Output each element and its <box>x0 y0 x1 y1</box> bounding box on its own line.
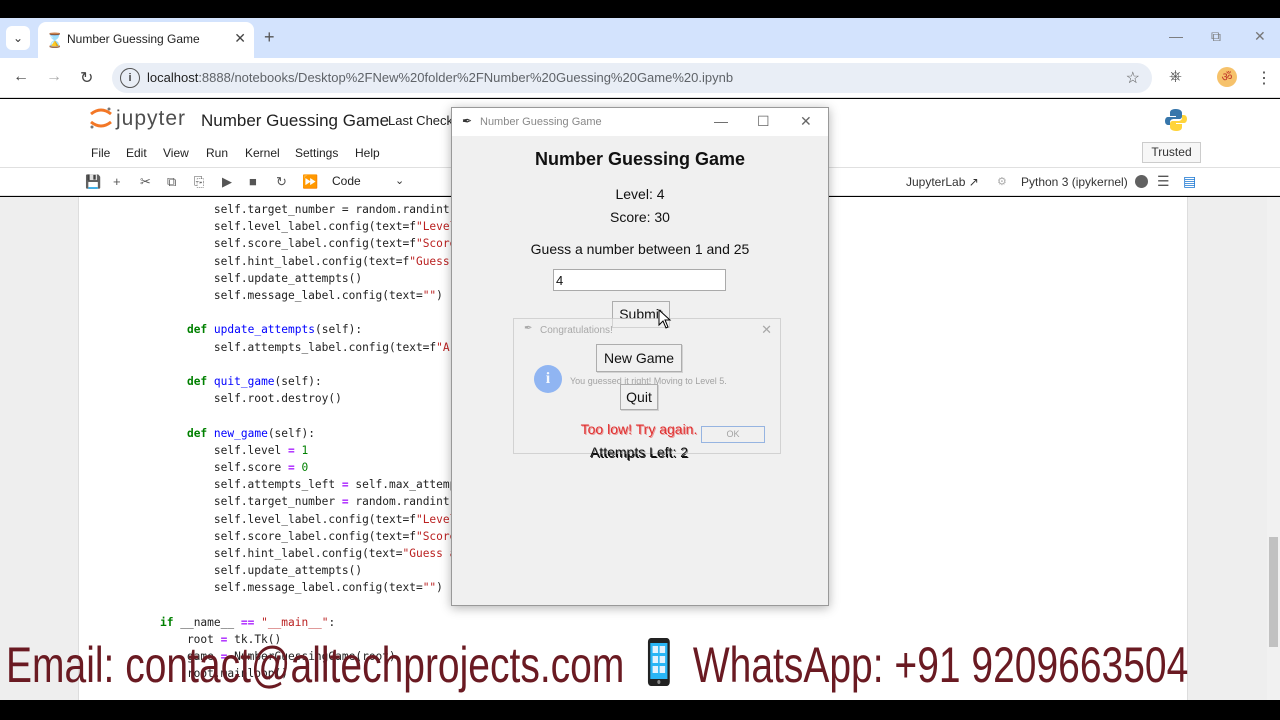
forward-arrow-icon[interactable]: → <box>46 68 62 86</box>
game-heading: Number Guessing Game <box>534 149 746 169</box>
menu-edit[interactable]: Edit <box>126 146 147 160</box>
jupyterlab-link-label: JupyterLab <box>906 175 966 189</box>
stop-square-icon[interactable]: ■ <box>249 174 257 189</box>
hourglass-icon: ⌛ <box>46 32 64 48</box>
bookmark-star-icon[interactable]: ☆ <box>1126 68 1140 88</box>
jupyter-logo-icon <box>90 107 112 129</box>
reload-icon[interactable]: ↻ <box>80 68 93 88</box>
save-icon[interactable]: 💾 <box>85 174 101 190</box>
menu-file[interactable]: File <box>91 146 110 160</box>
messagebox-title: Congratulations! <box>540 325 613 336</box>
game-window-titlebar[interactable]: ✒ Number Guessing Game — ☐ ✕ <box>452 108 828 136</box>
notebook-scrollbar[interactable] <box>1267 197 1280 700</box>
site-info-icon[interactable]: i <box>120 68 140 88</box>
bottom-black-bar <box>0 702 1280 720</box>
window-close-icon[interactable]: ✕ <box>1254 28 1266 45</box>
tab-close-icon[interactable]: ✕ <box>234 30 246 47</box>
menu-kernel[interactable]: Kernel <box>245 146 280 160</box>
address-bar-row: ← → ↻ i localhost:8888/notebooks/Desktop… <box>0 58 1280 98</box>
kernel-status-dot <box>1135 175 1148 188</box>
restart-icon[interactable]: ↻ <box>276 174 287 190</box>
add-cell-plus-icon[interactable]: + <box>113 174 121 189</box>
browser-tabstrip: ⌄ ⌛ Number Guessing Game ✕ + — ⧉ ✕ <box>0 18 1280 58</box>
paste-clipboard-icon[interactable]: ⎘ <box>194 174 204 190</box>
phone-icon <box>647 638 670 686</box>
attempts-label-front: Attempts Left: 2 <box>589 444 689 460</box>
level-label: Level: 4 <box>615 186 665 202</box>
url-path: :8888/notebooks/Desktop%2FNew%20folder%2… <box>198 70 734 85</box>
scrollbar-thumb[interactable] <box>1269 537 1278 647</box>
back-arrow-icon[interactable]: ← <box>13 68 29 86</box>
restore-icon[interactable]: ⧉ <box>1211 28 1221 45</box>
game-minimize-icon[interactable]: — <box>714 113 728 129</box>
contact-banner: Email: contact@alltechprojects.com Whats… <box>6 636 1188 702</box>
info-icon: i <box>534 365 562 393</box>
banner-whatsapp: WhatsApp: +91 9209663504 <box>692 637 1189 693</box>
extensions-puzzle-icon[interactable]: ⎈ <box>1169 68 1182 86</box>
message-label-front: Too low! Try again. <box>580 421 698 437</box>
messagebox-close-icon[interactable]: ✕ <box>761 322 772 338</box>
python-logo-icon <box>1165 109 1187 131</box>
top-black-bar <box>0 0 1280 18</box>
omnibox[interactable]: i localhost:8888/notebooks/Desktop%2FNew… <box>112 63 1152 93</box>
tab-title: Number Guessing Game <box>67 32 200 46</box>
menu-help[interactable]: Help <box>355 146 380 160</box>
game-maximize-icon[interactable]: ☐ <box>757 113 770 130</box>
code-editor[interactable]: self.target_number = random.randint self… <box>160 201 456 683</box>
banner-email: Email: contact@alltechprojects.com <box>6 637 625 693</box>
guess-input[interactable]: 4 <box>553 269 726 291</box>
menu-settings[interactable]: Settings <box>295 146 338 160</box>
jupyter-brand: jupyter <box>116 107 187 130</box>
checkpoint-status: Last Checkp <box>388 113 461 128</box>
external-link-icon: ↗ <box>968 175 979 189</box>
tk-feather-icon: ✒ <box>462 114 473 128</box>
url-text[interactable]: localhost:8888/notebooks/Desktop%2FNew%2… <box>147 70 733 85</box>
minimize-icon[interactable]: — <box>1169 28 1183 44</box>
mouse-cursor-icon <box>658 309 672 329</box>
game-window-title: Number Guessing Game <box>480 116 602 128</box>
fast-forward-icon[interactable]: ⏩ <box>302 174 318 190</box>
more-menu-icon[interactable]: ⋮ <box>1256 68 1272 88</box>
cell-type-select[interactable]: Code <box>332 174 361 188</box>
browser-tab[interactable]: ⌛ Number Guessing Game ✕ <box>38 22 254 58</box>
hamburger-menu-icon[interactable]: ☰ <box>1157 173 1170 190</box>
profile-avatar[interactable]: ॐ <box>1217 67 1237 87</box>
tk-feather-icon: ✒ <box>524 323 533 334</box>
cut-scissors-icon[interactable]: ✂ <box>140 174 151 190</box>
quit-button-front[interactable]: Quit <box>620 384 658 410</box>
hint-label: Guess a number between 1 and 25 <box>530 241 750 257</box>
new-game-button-front[interactable]: New Game <box>596 344 682 372</box>
gear-icon: ⚙ <box>997 176 1007 188</box>
copy-icon[interactable]: ⧉ <box>167 174 176 190</box>
new-tab-plus-icon[interactable]: + <box>264 27 275 48</box>
jupyterlab-link[interactable]: JupyterLab ↗ <box>906 175 979 189</box>
menu-view[interactable]: View <box>163 146 189 160</box>
game-close-icon[interactable]: ✕ <box>800 113 812 130</box>
chevron-down-icon[interactable]: ⌄ <box>395 174 404 187</box>
url-host: localhost <box>147 70 199 85</box>
kernel-name[interactable]: Python 3 (ipykernel) <box>1021 175 1128 189</box>
list-view-icon[interactable]: ▤ <box>1183 173 1196 190</box>
notebook-title[interactable]: Number Guessing Game <box>201 111 389 131</box>
menu-run[interactable]: Run <box>206 146 228 160</box>
trusted-badge[interactable]: Trusted <box>1142 142 1201 163</box>
score-label: Score: 30 <box>610 209 670 225</box>
run-play-icon[interactable]: ▶ <box>222 174 232 190</box>
tab-list-chevron-icon[interactable]: ⌄ <box>6 26 30 50</box>
